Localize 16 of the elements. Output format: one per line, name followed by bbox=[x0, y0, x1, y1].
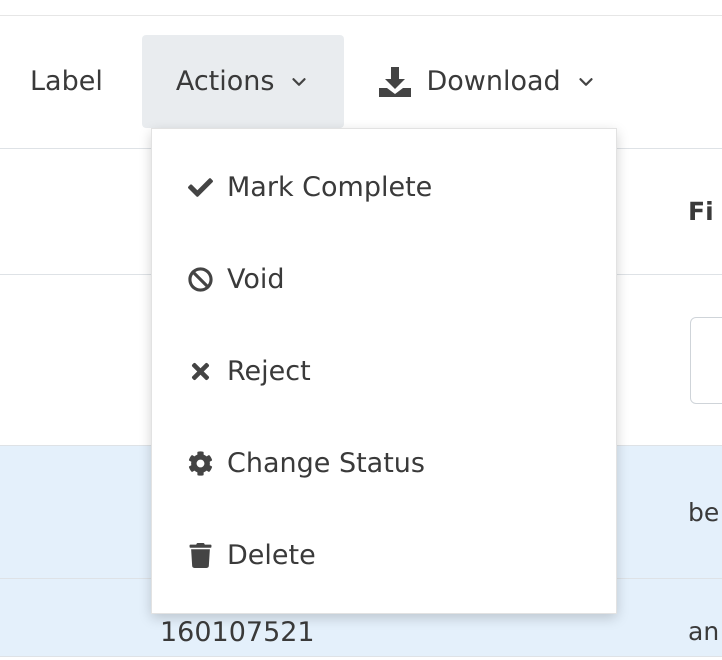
table-cell: be bbox=[688, 498, 720, 526]
ban-icon bbox=[188, 266, 213, 292]
table-cell-text: 160107521 bbox=[159, 617, 316, 648]
column-header: Fi bbox=[688, 197, 714, 226]
trash-icon bbox=[188, 542, 213, 568]
table-cell: an bbox=[688, 617, 720, 646]
download-icon bbox=[378, 66, 412, 98]
menu-item[interactable]: Void bbox=[152, 233, 616, 325]
toolbar-button[interactable]: Label bbox=[0, 35, 103, 128]
settings-icon bbox=[188, 450, 213, 476]
menu-item[interactable]: Change Status bbox=[152, 417, 616, 509]
menu-item[interactable]: Mark Complete bbox=[152, 141, 616, 233]
menu-item[interactable]: Reject bbox=[152, 325, 616, 417]
toolbar-button[interactable]: Download bbox=[344, 35, 631, 128]
menu-item[interactable]: Delete bbox=[152, 509, 616, 601]
toolbar-button[interactable]: Actions bbox=[142, 35, 344, 128]
